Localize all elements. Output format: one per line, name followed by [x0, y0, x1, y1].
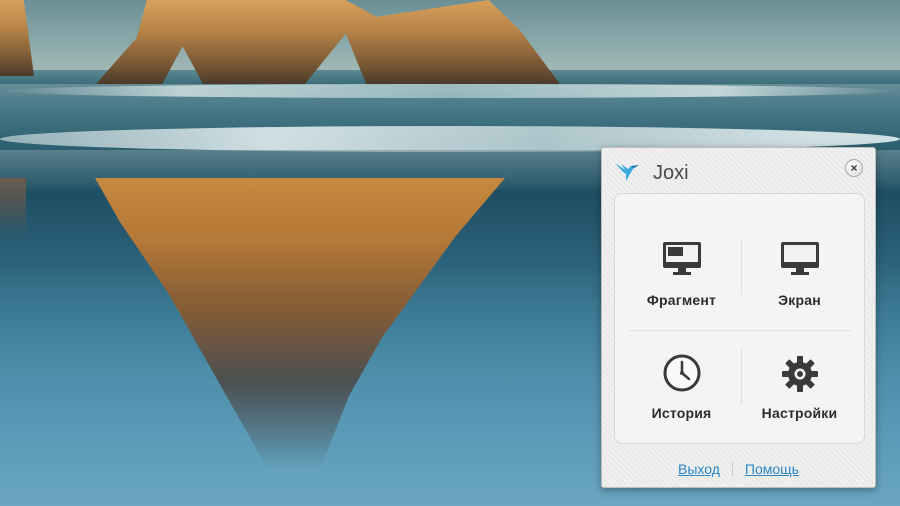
monitor-icon	[780, 242, 819, 275]
actions-panel: Фрагмент Экран История Настройки	[614, 193, 865, 444]
screen-button[interactable]: Экран	[737, 224, 862, 334]
wallpaper-reflection	[95, 178, 505, 468]
history-label: История	[651, 405, 712, 421]
wallpaper-surf	[0, 84, 900, 98]
footer-links: Выход Помощь	[602, 461, 875, 481]
settings-label: Настройки	[761, 405, 838, 421]
hummingbird-logo-icon	[615, 163, 639, 181]
gear-icon	[781, 356, 818, 392]
titlebar: Joxi ×	[602, 148, 875, 192]
window-title: Joxi	[653, 162, 689, 184]
close-icon: ×	[850, 161, 858, 175]
help-link[interactable]: Помощь	[745, 461, 799, 477]
fragment-button[interactable]: Фрагмент	[619, 224, 744, 334]
close-button[interactable]: ×	[845, 159, 863, 177]
divider	[731, 462, 733, 476]
wallpaper-reflection	[0, 178, 26, 238]
joxi-window: Joxi × Фрагмент Экран История Настройки …	[601, 147, 876, 488]
fragment-label: Фрагмент	[646, 292, 717, 308]
history-button[interactable]: История	[619, 337, 744, 447]
screen-label: Экран	[778, 292, 821, 308]
settings-button[interactable]: Настройки	[737, 337, 862, 447]
clock-icon	[663, 354, 700, 392]
fragment-screen-icon	[662, 242, 701, 275]
exit-link[interactable]: Выход	[678, 461, 720, 477]
